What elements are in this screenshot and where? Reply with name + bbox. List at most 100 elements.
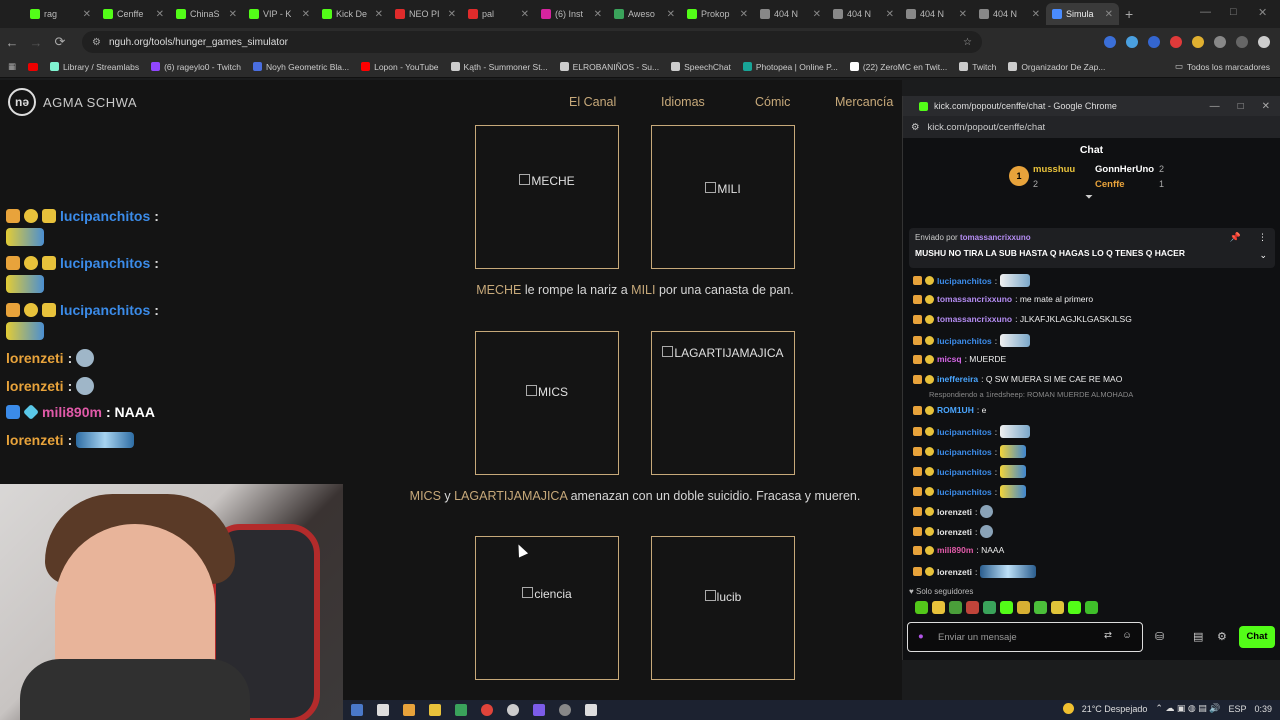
- chat-username[interactable]: mili890m: [937, 545, 973, 555]
- chat-username[interactable]: micsq: [937, 354, 962, 364]
- bookmark-item[interactable]: (22) ZeroMC en Twit...: [849, 62, 947, 72]
- chat-message[interactable]: micsq: MUERDE: [913, 354, 1006, 364]
- chat-input[interactable]: ● Enviar un mensaje ⇄ ☺: [907, 622, 1143, 652]
- site-info-icon[interactable]: ⚙: [911, 122, 920, 133]
- emote-icon[interactable]: [1000, 601, 1013, 614]
- taskbar-app-icon[interactable]: [585, 704, 597, 716]
- close-tab-icon[interactable]: ✕: [229, 9, 237, 20]
- bookmark-item[interactable]: Kąth - Summoner St...: [450, 62, 548, 72]
- emote-icon[interactable]: [983, 601, 996, 614]
- emote-icon[interactable]: [966, 601, 979, 614]
- close-tab-icon[interactable]: ✕: [83, 9, 91, 20]
- chat-message[interactable]: ineffereira: Q SW MUERA SI ME CAE RE MAO: [913, 374, 1122, 384]
- gift-icon[interactable]: ⛁: [1155, 630, 1164, 643]
- browser-tab[interactable]: VIP - K ✕: [243, 3, 316, 25]
- obs-icon[interactable]: [559, 704, 571, 716]
- emote-icon[interactable]: [1085, 601, 1098, 614]
- bookmark-star-icon[interactable]: ☆: [963, 37, 982, 48]
- extension-icon[interactable]: [1126, 36, 1138, 48]
- close-tab-icon[interactable]: ✕: [594, 9, 602, 20]
- store-icon[interactable]: ▤: [1193, 630, 1203, 643]
- chat-username[interactable]: lorenzeti: [937, 507, 972, 517]
- browser-tab[interactable]: rag ✕: [24, 3, 97, 25]
- close-tab-icon[interactable]: ✕: [448, 9, 456, 20]
- minimize-icon[interactable]: —: [1210, 101, 1220, 112]
- bookmark-item[interactable]: Library / Streamlabs: [50, 62, 139, 72]
- chrome-icon[interactable]: [481, 704, 493, 716]
- bookmark-item[interactable]: ELROBANIÑOS - Su...: [559, 62, 659, 72]
- back-icon[interactable]: ←: [0, 35, 24, 50]
- close-tab-icon[interactable]: ✕: [740, 9, 748, 20]
- chat-message[interactable]: tomassancrixxuno: JLKAFJKLAGJKLGASKJLSG: [913, 314, 1132, 324]
- bookmark-item[interactable]: Lopon - YouTube: [361, 62, 439, 72]
- maximize-icon[interactable]: □: [1238, 101, 1244, 112]
- chat-username[interactable]: lorenzeti: [937, 567, 972, 577]
- browser-tab[interactable]: 404 N ✕: [827, 3, 900, 25]
- chat-username[interactable]: lucipanchitos: [937, 467, 992, 477]
- bookmark-item[interactable]: SpeechChat: [671, 62, 731, 72]
- extension-icon[interactable]: [1170, 36, 1182, 48]
- address-bar[interactable]: ⚙ nguh.org/tools/hunger_games_simulator …: [82, 31, 982, 53]
- chat-message[interactable]: tomassancrixxuno: me mate al primero: [913, 294, 1093, 304]
- bookmark-item[interactable]: Organizador De Zap...: [1008, 62, 1105, 72]
- chat-message[interactable]: ROM1UH: e: [913, 405, 986, 415]
- send-chat-button[interactable]: Chat: [1239, 626, 1275, 648]
- taskbar-app-icon[interactable]: [377, 704, 389, 716]
- emote-icon[interactable]: [932, 601, 945, 614]
- chevron-down-icon[interactable]: ⌄: [1259, 250, 1267, 261]
- emote-icon[interactable]: [949, 601, 962, 614]
- new-tab-button[interactable]: +: [1125, 6, 1133, 22]
- close-tab-icon[interactable]: ✕: [375, 9, 383, 20]
- chat-username[interactable]: lucipanchitos: [937, 427, 992, 437]
- pinned-message[interactable]: Enviado por tomassancrixxuno MUSHU NO TI…: [909, 228, 1275, 268]
- chat-username[interactable]: lucipanchitos: [937, 336, 992, 346]
- site-brand[interactable]: AGMA SCHWA: [43, 95, 137, 110]
- browser-tab[interactable]: 404 N ✕: [754, 3, 827, 25]
- bookmark-item[interactable]: (6) rageylo0 - Twitch: [151, 62, 241, 72]
- chat-username[interactable]: lucipanchitos: [937, 447, 992, 457]
- close-tab-icon[interactable]: ✕: [1032, 9, 1040, 20]
- browser-tab[interactable]: (6) Inst ✕: [535, 3, 608, 25]
- browser-tab[interactable]: 404 N ✕: [973, 3, 1046, 25]
- bookmark-item[interactable]: Photopea | Online P...: [742, 62, 838, 72]
- nav-idiomas[interactable]: Idiomas: [661, 95, 705, 109]
- more-options-icon[interactable]: ⋮: [1258, 232, 1267, 243]
- bookmark-item[interactable]: Noyh Geometric Bla...: [252, 62, 349, 72]
- site-info-icon[interactable]: ⚙: [92, 37, 101, 48]
- close-icon[interactable]: ✕: [1262, 101, 1270, 112]
- nav-comic[interactable]: Cómic: [755, 95, 790, 109]
- leader-name[interactable]: GonnHerUno: [1095, 164, 1154, 175]
- browser-tab[interactable]: 404 N ✕: [900, 3, 973, 25]
- taskbar-app-icon[interactable]: [455, 704, 467, 716]
- microphone-icon[interactable]: ●: [918, 631, 924, 642]
- chat-message[interactable]: lucipanchitos:: [913, 485, 1027, 498]
- youtube-icon[interactable]: [28, 62, 39, 71]
- emote-icon[interactable]: [1051, 601, 1064, 614]
- emote-icon[interactable]: [1017, 601, 1030, 614]
- chat-message[interactable]: lorenzeti:: [913, 525, 994, 538]
- apps-grid-icon[interactable]: ▦: [8, 61, 16, 72]
- chat-message[interactable]: lucipanchitos:: [913, 334, 1031, 347]
- site-logo[interactable]: nə: [8, 88, 36, 116]
- extensions-puzzle-icon[interactable]: [1214, 36, 1226, 48]
- close-tab-icon[interactable]: ✕: [156, 9, 164, 20]
- taskbar-app-icon[interactable]: [429, 704, 441, 716]
- minimize-icon[interactable]: —: [1200, 6, 1211, 18]
- language-indicator[interactable]: ESP: [1228, 704, 1246, 714]
- browser-tab[interactable]: ChinaS ✕: [170, 3, 243, 25]
- close-tab-icon[interactable]: ✕: [959, 9, 967, 20]
- close-tab-icon[interactable]: ✕: [521, 9, 529, 20]
- chat-username[interactable]: ROM1UH: [937, 405, 974, 415]
- settings-gear-icon[interactable]: ⚙: [1217, 630, 1227, 643]
- chat-message[interactable]: lorenzeti:: [913, 505, 994, 518]
- browser-tab[interactable]: NEO PI ✕: [389, 3, 462, 25]
- browser-tab[interactable]: Prokop ✕: [681, 3, 754, 25]
- chat-message[interactable]: lucipanchitos:: [913, 274, 1031, 287]
- close-tab-icon[interactable]: ✕: [886, 9, 894, 20]
- chat-message[interactable]: mili890m: NAAA: [913, 545, 1004, 555]
- browser-tab[interactable]: Aweso ✕: [608, 3, 681, 25]
- nav-el-canal[interactable]: El Canal: [569, 95, 616, 109]
- taskbar-app-icon[interactable]: [351, 704, 363, 716]
- chat-username[interactable]: tomassancrixxuno: [937, 314, 1012, 324]
- menu-icon[interactable]: [1236, 36, 1248, 48]
